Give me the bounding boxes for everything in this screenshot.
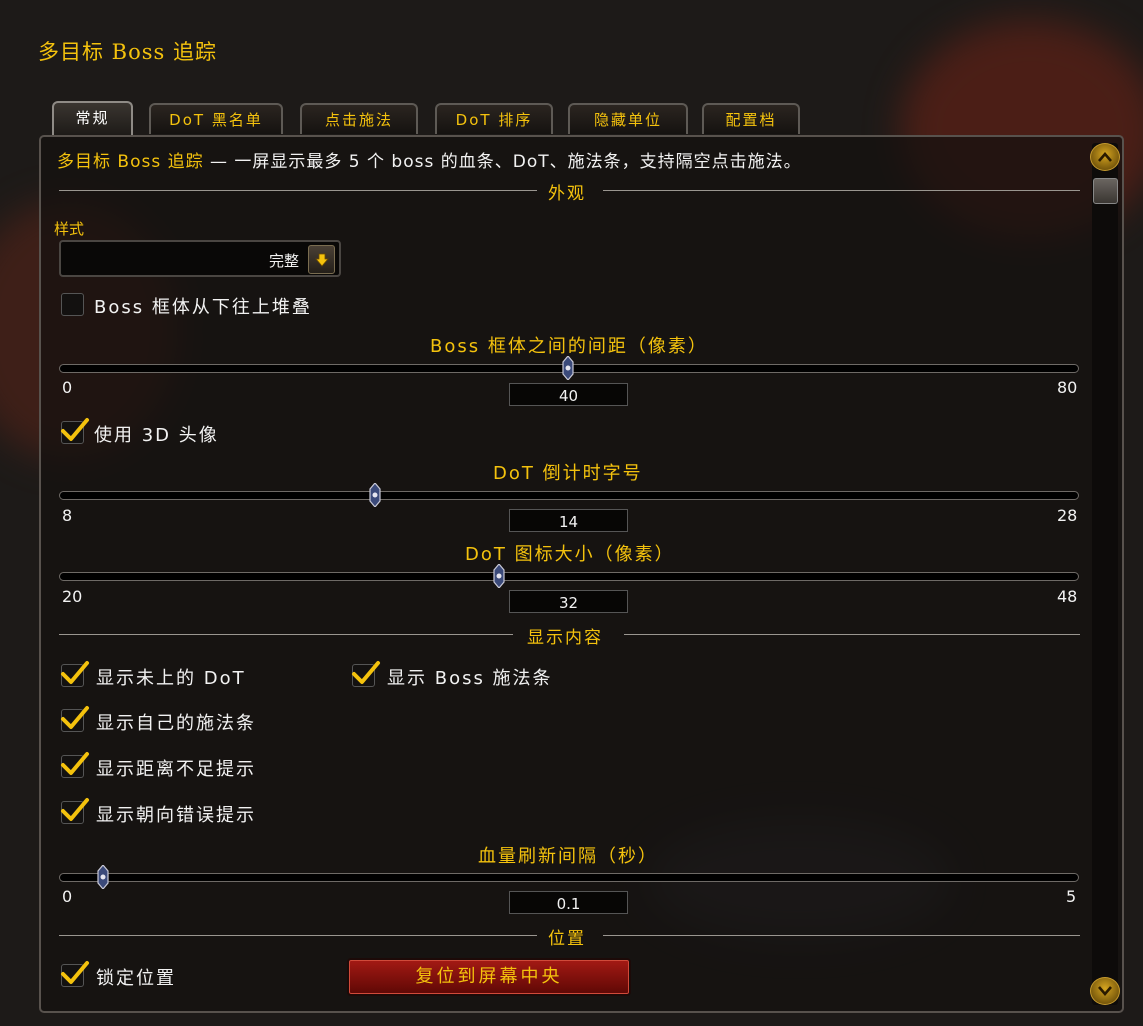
hp-interval-slider-thumb[interactable]: [97, 864, 109, 890]
style-label: 样式: [54, 220, 85, 238]
lock-position-checkbox[interactable]: [61, 961, 89, 987]
hp-interval-max: 5: [1066, 887, 1077, 906]
show-own-cast-label: 显示自己的施法条: [96, 713, 256, 734]
use-3d-portrait-label: 使用 3D 头像: [94, 425, 219, 446]
style-dropdown[interactable]: 完整: [59, 240, 341, 277]
hp-interval-slider-title: 血量刷新间隔（秒）: [478, 846, 658, 867]
checkmark-icon: [61, 961, 89, 984]
reset-to-center-button[interactable]: 复位到屏幕中央: [347, 958, 631, 996]
checkmark-icon: [61, 752, 89, 775]
divider-line: [624, 634, 1080, 635]
spacing-min: 0: [62, 378, 73, 397]
addon-description: 多目标 Boss 追踪 — 一屏显示最多 5 个 boss 的血条、DoT、施法…: [57, 147, 802, 172]
checkmark-icon: [61, 798, 89, 821]
tab-hidden-units[interactable]: 隐藏单位: [568, 103, 688, 134]
divider-line: [59, 190, 537, 191]
scroll-down-button[interactable]: [1090, 977, 1120, 1005]
description-addon-name: 多目标 Boss 追踪: [57, 152, 204, 172]
dot-font-slider-thumb[interactable]: [369, 482, 381, 508]
show-facing-warning-checkbox[interactable]: [61, 798, 89, 824]
spacing-slider-thumb[interactable]: [562, 355, 574, 381]
stack-bottom-up-checkbox[interactable]: [61, 293, 84, 316]
hp-interval-min: 0: [62, 887, 73, 906]
section-header-position: 位置: [548, 929, 586, 949]
lock-position-label: 锁定位置: [96, 968, 176, 989]
dot-font-slider-track[interactable]: [59, 491, 1079, 500]
spacing-slider-title: Boss 框体之间的间距（像素）: [430, 336, 708, 357]
arrow-down-icon: [1098, 986, 1112, 996]
tab-dot-order[interactable]: DoT 排序: [435, 103, 553, 134]
dot-font-slider-title: DoT 倒计时字号: [493, 463, 643, 484]
hp-interval-value-input[interactable]: 0.1: [509, 891, 628, 914]
dot-font-max: 28: [1057, 506, 1078, 525]
checkmark-icon: [61, 418, 89, 441]
tab-profiles[interactable]: 配置档: [702, 103, 800, 134]
window-title: 多目标 Boss 追踪: [38, 40, 217, 64]
scroll-up-button[interactable]: [1090, 143, 1120, 171]
arrow-up-icon: [1098, 152, 1112, 162]
checkmark-icon: [61, 706, 89, 729]
checkmark-icon: [352, 661, 380, 684]
show-range-warning-label: 显示距离不足提示: [96, 759, 256, 780]
dropdown-arrow-icon[interactable]: [308, 245, 335, 274]
dot-icon-value-input[interactable]: 32: [509, 590, 628, 613]
scrollbar-thumb[interactable]: [1093, 178, 1118, 204]
show-boss-cast-label: 显示 Boss 施法条: [387, 668, 553, 689]
spacing-max: 80: [1057, 378, 1078, 397]
show-missing-dot-checkbox[interactable]: [61, 661, 89, 687]
divider-line: [59, 935, 537, 936]
stack-bottom-up-label: Boss 框体从下往上堆叠: [94, 297, 312, 318]
dot-icon-min: 20: [62, 587, 83, 606]
show-range-warning-checkbox[interactable]: [61, 752, 89, 778]
description-text: — 一屏显示最多 5 个 boss 的血条、DoT、施法条，支持隔空点击施法。: [203, 152, 802, 172]
dot-font-value-input[interactable]: 14: [509, 509, 628, 532]
divider-line: [603, 190, 1080, 191]
dot-icon-slider-track[interactable]: [59, 572, 1079, 581]
tab-dot-blacklist[interactable]: DoT 黑名单: [149, 103, 283, 134]
hp-interval-slider-track[interactable]: [59, 873, 1079, 882]
dot-font-min: 8: [62, 506, 73, 525]
dot-icon-slider-thumb[interactable]: [493, 563, 505, 589]
scrollbar-track[interactable]: [1092, 143, 1118, 1005]
show-missing-dot-label: 显示未上的 DoT: [96, 668, 246, 689]
show-boss-cast-checkbox[interactable]: [352, 661, 380, 687]
divider-line: [603, 935, 1080, 936]
section-header-appearance: 外观: [548, 184, 586, 204]
section-header-display: 显示内容: [527, 628, 603, 648]
divider-line: [59, 634, 513, 635]
tab-click-cast[interactable]: 点击施法: [300, 103, 418, 134]
show-own-cast-checkbox[interactable]: [61, 706, 89, 732]
style-dropdown-value: 完整: [268, 252, 299, 270]
dot-icon-slider-title: DoT 图标大小（像素）: [465, 544, 675, 565]
dot-icon-max: 48: [1057, 587, 1078, 606]
spacing-value-input[interactable]: 40: [509, 383, 628, 406]
show-facing-warning-label: 显示朝向错误提示: [96, 805, 256, 826]
tab-general[interactable]: 常规: [52, 101, 133, 135]
use-3d-portrait-checkbox[interactable]: [61, 418, 89, 444]
checkmark-icon: [61, 661, 89, 684]
